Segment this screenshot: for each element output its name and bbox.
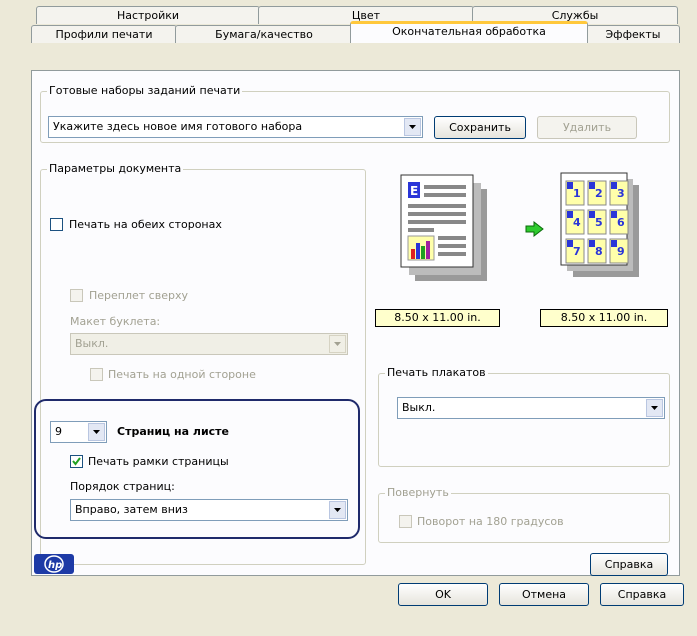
nup-page-number: 5 [595, 216, 603, 229]
poster-group: Печать плакатов [378, 366, 670, 467]
poster-group-title: Печать плакатов [385, 366, 488, 379]
checkmark-icon [72, 457, 81, 466]
nup-size-label: 8.50 x 11.00 in. [540, 309, 668, 327]
print-borders-label: Печать рамки страницы [88, 455, 229, 468]
booklet-layout-value: Выкл. [75, 337, 109, 350]
duplex-checkbox[interactable] [50, 218, 63, 231]
save-preset-button[interactable]: Сохранить [434, 116, 526, 139]
help-button[interactable]: Справка [600, 583, 684, 606]
binding-top-label: Переплет сверху [89, 289, 188, 302]
original-size-label: 8.50 x 11.00 in. [375, 309, 500, 327]
poster-value: Выкл. [402, 401, 436, 414]
pages-per-sheet-label: Страниц на листе [117, 425, 230, 438]
tab-paper-quality[interactable]: Бумага/качество [175, 25, 353, 43]
hp-logo-icon: hp [44, 555, 64, 573]
original-page-preview-icon: E [400, 174, 487, 281]
presets-group-title: Готовые наборы заданий печати [47, 84, 243, 97]
rotate-180-label: Поворот на 180 градусов [417, 515, 564, 528]
svg-text:hp: hp [48, 560, 62, 571]
nup-page-number: 9 [617, 245, 625, 258]
page-order-label: Порядок страниц: [70, 480, 175, 493]
nup-page-number: 6 [617, 216, 625, 229]
poster-combo[interactable]: Выкл. [397, 397, 665, 419]
printer-properties-dialog: Настройки Цвет Службы Профили печати Бум… [0, 0, 697, 636]
document-options-title: Параметры документа [47, 162, 184, 175]
cancel-button[interactable]: Отмена [499, 583, 589, 606]
chevron-down-icon[interactable] [329, 501, 346, 519]
pages-per-sheet-combo[interactable]: 9 [50, 421, 107, 443]
nup-page-number: 2 [595, 187, 603, 200]
page-order-combo[interactable]: Вправо, затем вниз [70, 499, 348, 521]
arrow-right-icon [525, 221, 544, 237]
ok-button[interactable]: OK [398, 583, 488, 606]
chevron-down-icon[interactable] [329, 335, 346, 353]
preset-name-combo[interactable]: Укажите здесь новое имя готового набора [48, 116, 423, 138]
nup-page-number: 7 [573, 245, 581, 258]
one-side-checkbox[interactable] [90, 368, 103, 381]
tab-settings[interactable]: Настройки [36, 6, 260, 24]
chevron-down-icon[interactable] [404, 118, 421, 136]
booklet-layout-combo[interactable]: Выкл. [70, 333, 348, 355]
pages-per-sheet-value: 9 [55, 425, 62, 438]
tab-finishing[interactable]: Окончательная обработка [350, 21, 588, 43]
duplex-label: Печать на обеих сторонах [69, 218, 222, 231]
binding-top-checkbox[interactable] [70, 289, 83, 302]
one-side-label: Печать на одной стороне [108, 368, 256, 381]
nup-page-number: 8 [595, 245, 603, 258]
nup-page-number: 4 [573, 216, 581, 229]
help-inner-button[interactable]: Справка [590, 553, 668, 576]
svg-text:E: E [410, 184, 418, 198]
rotate-180-checkbox[interactable] [399, 515, 412, 528]
nup-page-number: 3 [617, 187, 625, 200]
page-order-value: Вправо, затем вниз [75, 503, 188, 516]
chevron-down-icon[interactable] [88, 423, 105, 441]
nup-page-number: 1 [573, 187, 581, 200]
booklet-layout-label: Макет буклета: [70, 315, 161, 328]
preset-name-value: Укажите здесь новое имя готового набора [53, 120, 303, 133]
tab-panel: Готовые наборы заданий печати Укажите зд… [31, 70, 680, 576]
delete-preset-button[interactable]: Удалить [537, 116, 637, 139]
chevron-down-icon[interactable] [646, 399, 663, 417]
print-borders-checkbox[interactable] [70, 455, 83, 468]
rotate-group-title: Повернуть [385, 486, 451, 499]
hp-logo: hp [34, 554, 74, 574]
nup-page-preview-icon: 1 2 3 4 5 6 7 8 9 [560, 172, 639, 277]
tab-print-profiles[interactable]: Профили печати [31, 25, 177, 43]
tab-effects[interactable]: Эффекты [586, 25, 680, 43]
